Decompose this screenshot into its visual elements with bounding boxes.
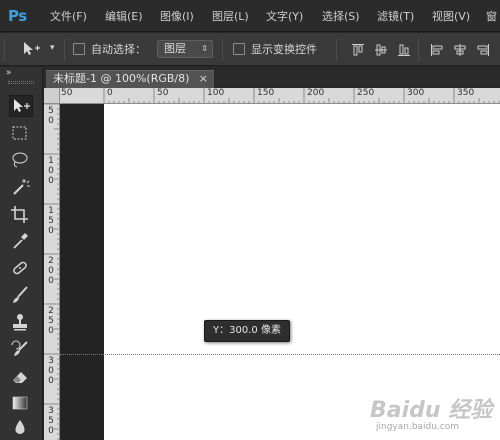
align-horizontal-centers-icon[interactable] [453,43,467,57]
options-bar: ▾ 自动选择： 图层 ⇕ 显示变换控件 [0,33,500,66]
move-tool-preset-icon[interactable] [22,41,46,60]
magic-wand-icon[interactable] [9,177,33,199]
ruler-label: 50 [157,88,169,98]
brush-icon[interactable] [9,285,33,307]
watermark-logo: Baidu 经验 [370,398,493,423]
ruler-label: 1 0 0 [48,156,54,186]
separator [336,39,337,61]
gradient-icon[interactable] [9,393,33,415]
menu-view[interactable]: 视图(V) [432,9,470,25]
ruler-label: 50 [61,88,73,98]
horizontal-ruler[interactable]: 50 0 50 100 150 200 250 300 350 [60,88,500,104]
separator [222,39,223,61]
menu-type[interactable]: 文字(Y) [266,9,303,25]
crop-icon[interactable] [9,204,33,226]
auto-select-target-value: 图层 [164,42,186,55]
show-transform-checkbox[interactable] [233,43,245,55]
ruler-label: 2 0 0 [48,256,54,286]
updown-arrows-icon: ⇕ [201,44,208,53]
menu-image[interactable]: 图像(I) [160,9,194,25]
tab-document[interactable]: 未标题-1 @ 100%(RGB/8) × [46,70,214,88]
panel-grip[interactable] [8,81,34,84]
ruler-origin[interactable] [44,88,60,104]
ruler-label: 3 5 0 [48,406,54,436]
eyedropper-icon[interactable] [9,231,33,253]
guide-position-tooltip: Y：300.0 像素 [204,320,290,342]
separator [418,39,419,61]
align-bottom-edges-icon[interactable] [397,43,411,57]
options-grip [4,39,5,61]
align-left-edges-icon[interactable] [430,43,444,57]
watermark: Baidu 经验 jingyan.baidu.com [370,392,496,438]
horizontal-ruler-ticks [103,88,500,103]
ruler-label: 350 [457,88,475,98]
ruler-label: 5 0 [48,106,54,126]
menu-filter[interactable]: 滤镜(T) [377,9,414,25]
clone-stamp-icon[interactable] [9,312,33,334]
rectangular-marquee-icon[interactable] [9,123,33,145]
auto-select-label: 自动选择： [91,43,146,56]
ruler-label: 2 5 0 [48,306,54,336]
move-tool-icon[interactable] [9,95,33,117]
eraser-icon[interactable] [9,366,33,388]
align-top-edges-icon[interactable] [351,43,365,57]
history-brush-icon[interactable] [9,339,33,361]
tools-panel: » [0,67,43,440]
horizontal-guide[interactable] [60,354,500,355]
watermark-url: jingyan.baidu.com [376,422,460,432]
document-title: 未标题-1 @ 100%(RGB/8) [53,72,190,85]
ruler-label: 300 [407,88,425,98]
menu-select[interactable]: 选择(S) [322,9,360,25]
preset-dropdown-icon[interactable]: ▾ [50,43,55,53]
menu-window[interactable]: 窗 [486,9,497,25]
document-canvas[interactable] [104,104,500,440]
align-right-edges-icon[interactable] [476,43,490,57]
align-vertical-centers-icon[interactable] [374,43,388,57]
menu-bar: Ps 文件(F) 编辑(E) 图像(I) 图层(L) 文字(Y) 选择(S) 滤… [0,0,500,32]
vertical-ruler[interactable]: 5 0 1 0 0 1 5 0 2 0 0 2 5 0 3 0 0 3 5 0 [44,104,60,440]
auto-select-checkbox[interactable] [73,43,85,55]
ruler-label: 3 0 0 [48,356,54,386]
ruler-label: 0 [107,88,113,98]
photoshop-logo: Ps [8,7,27,25]
lasso-icon[interactable] [9,150,33,172]
ruler-label: 1 5 0 [48,206,54,236]
menu-edit[interactable]: 编辑(E) [105,9,143,25]
auto-select-target-select[interactable]: 图层 ⇕ [157,40,213,58]
menu-layer[interactable]: 图层(L) [212,9,249,25]
menu-file[interactable]: 文件(F) [50,9,87,25]
collapse-tabs-icon[interactable]: » [6,68,12,78]
separator [64,39,65,61]
show-transform-label: 显示变换控件 [251,43,317,56]
ruler-label: 150 [257,88,275,98]
healing-brush-icon[interactable] [9,258,33,280]
ruler-label: 200 [307,88,325,98]
blur-icon[interactable] [9,417,33,439]
close-icon[interactable]: × [199,71,208,87]
ruler-label: 100 [207,88,225,98]
ruler-label: 250 [357,88,375,98]
